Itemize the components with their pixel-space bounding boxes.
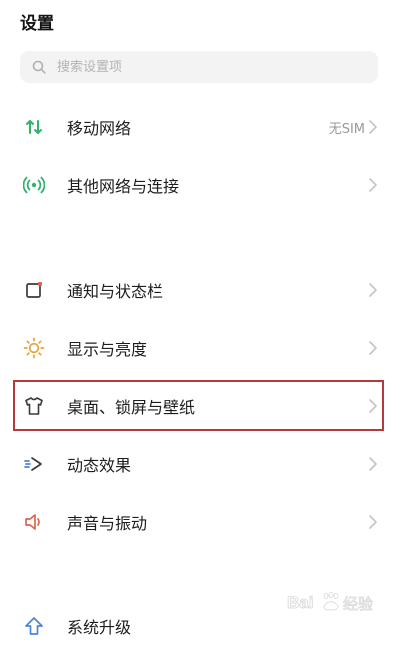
chevron-right-icon: [368, 120, 378, 134]
settings-item-label: 其他网络与连接: [67, 177, 180, 196]
speaker-icon: [22, 510, 46, 534]
chevron-right-icon: [368, 457, 378, 471]
settings-item-label: 显示与亮度: [67, 340, 148, 359]
settings-item-label: 通知与状态栏: [67, 282, 164, 301]
svg-text:Bai: Bai: [287, 593, 313, 612]
motion-effect-icon: [22, 452, 46, 476]
svg-text:经验: 经验: [343, 595, 373, 613]
settings-item-desktop-wallpaper[interactable]: 桌面、锁屏与壁纸: [0, 378, 401, 434]
wireless-icon: [22, 173, 46, 197]
settings-item-notifications[interactable]: 通知与状态栏: [0, 262, 401, 318]
chevron-right-icon: [368, 178, 378, 192]
search-icon: [31, 59, 47, 75]
chevron-right-icon: [368, 341, 378, 355]
page-title: 设置: [20, 14, 54, 34]
settings-item-label: 移动网络: [67, 119, 132, 138]
settings-item-label: 桌面、锁屏与壁纸: [67, 398, 196, 417]
brightness-icon: [22, 336, 46, 360]
baidu-watermark-icon: Bai 经验: [285, 587, 385, 617]
settings-item-display-brightness[interactable]: 显示与亮度: [0, 320, 401, 376]
settings-item-other-networks[interactable]: 其他网络与连接: [0, 157, 401, 213]
search-input[interactable]: [55, 58, 339, 76]
chevron-right-icon: [368, 283, 378, 297]
settings-item-motion-effects[interactable]: 动态效果: [0, 436, 401, 492]
notification-icon: [22, 278, 46, 302]
settings-item-mobile-network[interactable]: 移动网络 无SIM: [0, 99, 401, 155]
chevron-right-icon: [368, 515, 378, 529]
chevron-right-icon: [368, 399, 378, 413]
settings-item-label: 系统升级: [67, 618, 132, 637]
settings-item-label: 动态效果: [67, 456, 132, 475]
tshirt-icon: [22, 394, 46, 418]
mobile-data-icon: [22, 115, 46, 139]
settings-item-sound-vibration[interactable]: 声音与振动: [0, 494, 401, 550]
sim-status-value: 无SIM: [328, 121, 365, 137]
search-bar[interactable]: [20, 51, 378, 83]
arrow-up-icon: [22, 614, 46, 638]
settings-item-label: 声音与振动: [67, 514, 148, 533]
